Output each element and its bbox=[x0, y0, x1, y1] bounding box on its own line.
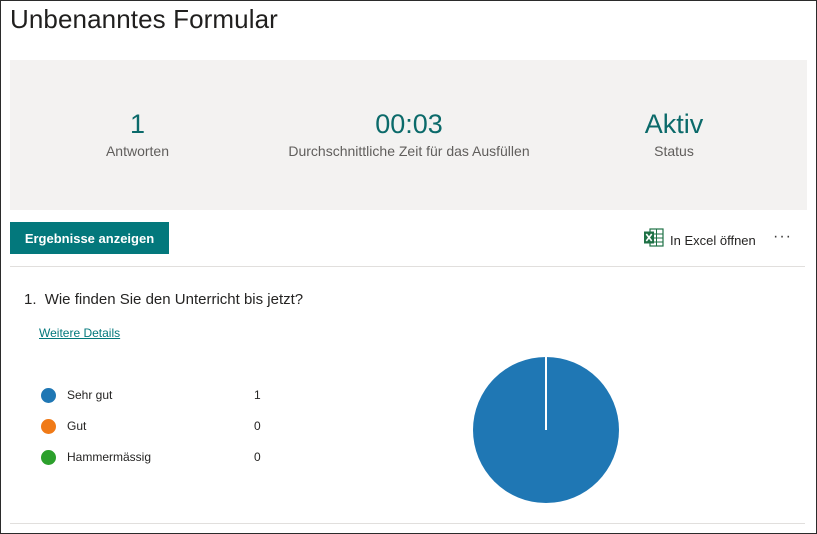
legend-dot-icon bbox=[41, 449, 56, 465]
question-title: 1. Wie finden Sie den Unterricht bis jet… bbox=[24, 291, 303, 308]
avg-time-stat: 00:03 Durchschnittliche Zeit für das Aus… bbox=[259, 107, 559, 159]
avg-time-label: Durchschnittliche Zeit für das Ausfüllen bbox=[288, 143, 530, 159]
legend-item: Gut 0 bbox=[41, 418, 261, 434]
pie-chart bbox=[473, 357, 619, 503]
legend-count: 0 bbox=[254, 450, 261, 464]
more-details-link[interactable]: Weitere Details bbox=[39, 326, 120, 340]
legend-label: Gut bbox=[67, 419, 87, 433]
form-title: Unbenanntes Formular bbox=[10, 4, 278, 34]
form-results-window: Unbenanntes Formular 1 Antworten 00:03 D… bbox=[0, 0, 817, 534]
avg-time-value: 00:03 bbox=[375, 109, 443, 139]
status-stat: Aktiv Status bbox=[604, 107, 744, 159]
legend-item: Hammermässig 0 bbox=[41, 449, 261, 465]
responses-stat: 1 Antworten bbox=[65, 107, 210, 159]
view-results-button[interactable]: Ergebnisse anzeigen bbox=[10, 222, 169, 254]
legend-dot-icon bbox=[41, 387, 56, 403]
question-number: 1. bbox=[24, 291, 37, 308]
legend-count: 0 bbox=[254, 419, 261, 433]
responses-count: 1 bbox=[129, 109, 146, 139]
open-in-excel-button[interactable]: In Excel öffnen bbox=[643, 228, 756, 252]
legend-count: 1 bbox=[254, 388, 261, 402]
legend-label: Sehr gut bbox=[67, 388, 113, 402]
responses-label: Antworten bbox=[105, 143, 170, 159]
status-value: Aktiv bbox=[644, 109, 704, 139]
open-in-excel-label: In Excel öffnen bbox=[670, 232, 756, 248]
divider bbox=[10, 523, 805, 524]
question-text: Wie finden Sie den Unterricht bis jetzt? bbox=[44, 291, 304, 308]
divider bbox=[10, 266, 805, 267]
legend-dot-icon bbox=[41, 418, 56, 434]
status-label: Status bbox=[654, 143, 694, 159]
summary-panel: 1 Antworten 00:03 Durchschnittliche Zeit… bbox=[10, 60, 807, 210]
more-options-button[interactable]: ··· bbox=[773, 229, 792, 245]
legend-item: Sehr gut 1 bbox=[41, 387, 261, 403]
legend-label: Hammermässig bbox=[67, 450, 152, 464]
excel-icon bbox=[643, 228, 664, 252]
